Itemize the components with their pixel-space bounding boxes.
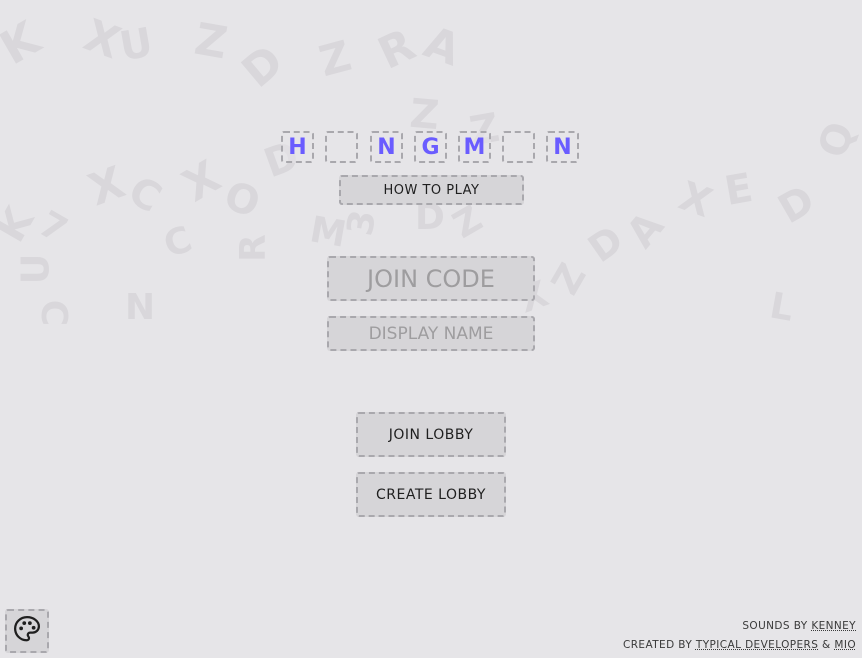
creator-credits: created by Typical Developers & Mio [623,639,856,651]
join-lobby-button[interactable]: join lobby [356,412,506,457]
title-letter-tile: N [370,131,403,163]
title-letter-tile: H [281,131,314,163]
game-title: H N G M N [281,131,581,165]
title-letter-tile: M [458,131,491,163]
creator-credits-prefix: created by [623,639,692,651]
sound-credits-prefix: sounds by [742,620,807,632]
how-to-play-button[interactable]: how to play [339,175,524,205]
kenney-link[interactable]: Kenney [811,620,856,632]
title-letter-tile [325,131,358,163]
sound-credits: sounds by Kenney [742,620,856,632]
mio-link[interactable]: Mio [834,639,856,651]
theme-button[interactable] [5,609,49,653]
display-name-input[interactable] [327,316,535,351]
typical-developers-link[interactable]: Typical Developers [696,639,818,651]
title-letter-tile [502,131,535,163]
ampersand: & [822,639,831,651]
join-code-input[interactable] [327,256,535,301]
title-letter-tile: N [546,131,579,163]
create-lobby-button[interactable]: create lobby [356,472,506,517]
palette-icon [12,614,42,648]
title-letter-tile: G [414,131,447,163]
